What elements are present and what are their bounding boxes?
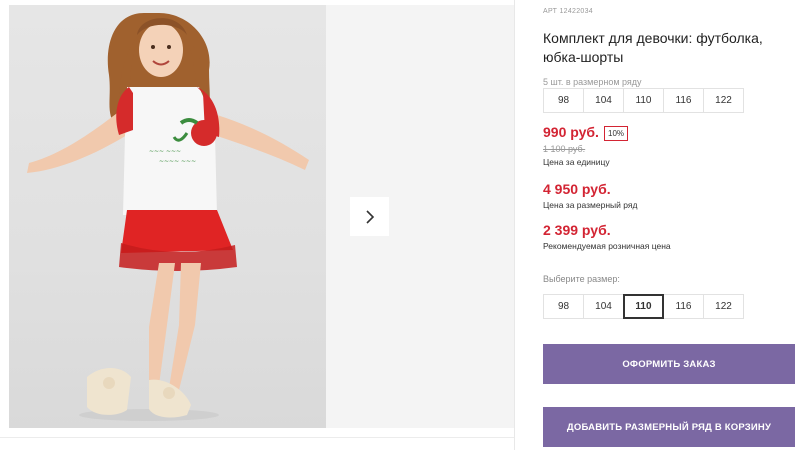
svg-text:~~~~ ~~~: ~~~~ ~~~ xyxy=(159,158,196,165)
size-option-122[interactable]: 122 xyxy=(703,294,744,319)
pack-size: 104 xyxy=(583,88,624,113)
discount-badge: 10% xyxy=(604,126,629,141)
pack-size: 122 xyxy=(703,88,744,113)
vertical-divider xyxy=(514,0,515,450)
product-info-panel: АРТ 12422034 Комплект для девочки: футбо… xyxy=(543,0,800,450)
size-select-label: Выберите размер: xyxy=(543,274,620,284)
pack-size: 110 xyxy=(623,88,664,113)
size-option-110[interactable]: 110 xyxy=(623,294,664,319)
product-title: Комплект для девочки: футболка, юбка-шор… xyxy=(543,30,763,65)
retail-price-caption: Рекомендуемая розничная цена xyxy=(543,241,671,251)
place-order-button[interactable]: ОФОРМИТЬ ЗАКАЗ xyxy=(543,344,795,384)
pack-size: 116 xyxy=(663,88,704,113)
girl-illustration: ~~~ ~~~ ~~~~ ~~~ xyxy=(27,13,309,421)
pack-size: 98 xyxy=(543,88,584,113)
pack-price-caption: Цена за размерный ряд xyxy=(543,200,638,210)
old-price: 1 100 руб. xyxy=(543,144,586,154)
next-image-button[interactable] xyxy=(350,197,389,236)
product-gallery: ~~~ ~~~ ~~~~ ~~~ xyxy=(0,0,514,450)
pack-label: 5 шт. в размерном ряду xyxy=(543,77,642,87)
product-photo: ~~~ ~~~ ~~~~ ~~~ xyxy=(9,5,326,428)
size-option-116[interactable]: 116 xyxy=(663,294,704,319)
gallery-bottom-divider xyxy=(0,437,514,438)
unit-price-caption: Цена за единицу xyxy=(543,157,610,167)
product-sku: АРТ 12422034 xyxy=(543,8,593,15)
size-option-98[interactable]: 98 xyxy=(543,294,584,319)
svg-text:~~~ ~~~: ~~~ ~~~ xyxy=(149,148,181,155)
size-option-104[interactable]: 104 xyxy=(583,294,624,319)
retail-price: 2 399 руб. xyxy=(543,222,611,238)
pack-size-list: 98 104 110 116 122 xyxy=(543,88,744,113)
unit-price: 990 руб. xyxy=(543,124,599,140)
chevron-right-icon xyxy=(365,209,374,224)
pack-price: 4 950 руб. xyxy=(543,181,611,197)
add-pack-to-cart-button[interactable]: ДОБАВИТЬ РАЗМЕРНЫЙ РЯД В КОРЗИНУ xyxy=(543,407,795,447)
size-selector: 98 104 110 116 122 xyxy=(543,294,744,319)
